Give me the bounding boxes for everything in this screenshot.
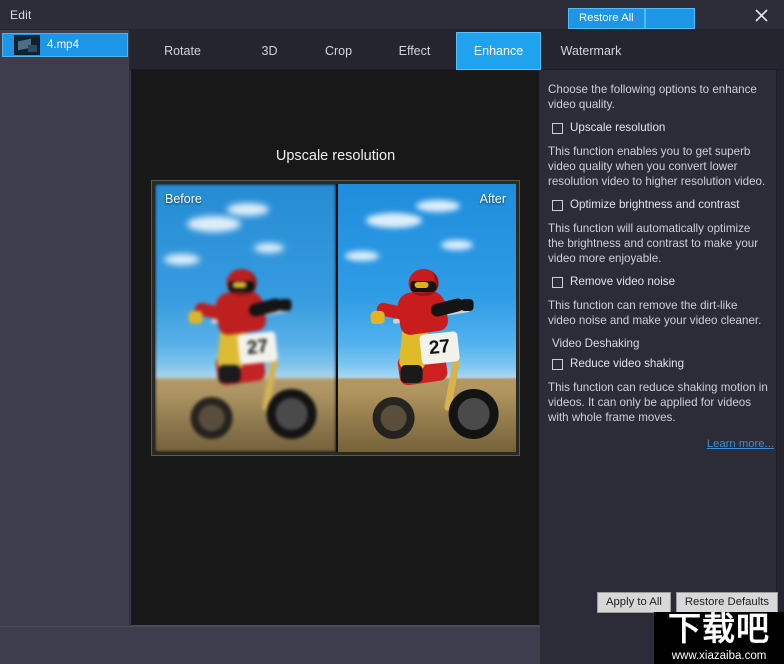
checkbox-icon[interactable] [552,123,563,134]
edit-window: Edit 4.mp4 Rotate 3D Crop Effect Enhance… [0,0,784,664]
before-image: 27 [155,184,336,452]
optimize-brightness-description: This function will automatically optimiz… [548,222,759,265]
motocross-rider: 27 [364,261,499,441]
close-icon [754,8,769,23]
after-label: After [479,192,506,206]
footer-bar [0,626,540,664]
window-title: Edit [10,8,32,22]
tab-enhance[interactable]: Enhance [456,32,541,70]
learn-more-link[interactable]: Learn more... [707,438,774,450]
checkbox-label: Remove video noise [570,275,676,288]
checkbox-optimize-brightness-contrast[interactable]: Optimize brightness and contrast [552,198,768,212]
after-image: 27 [337,184,516,452]
watermark-brand: 下载吧 [668,612,770,648]
before-after-comparison: 27 Before 27 After [151,180,520,456]
checkbox-icon[interactable] [552,200,563,211]
preview-area: Upscale resolution 27 Before 27 After [131,70,540,626]
tab-crop[interactable]: Crop [304,32,373,70]
file-tab-4mp4[interactable]: 4.mp4 [2,33,128,57]
checkbox-label: Upscale resolution [570,121,666,134]
apply-to-all-button[interactable]: Apply to All [596,592,671,613]
tab-rotate[interactable]: Rotate [130,32,235,70]
enhance-options-scroll: Choose the following options to enhance … [540,70,776,664]
checkbox-icon[interactable] [552,277,563,288]
preview-title: Upscale resolution [275,148,396,164]
close-button[interactable] [746,3,776,27]
video-thumbnail-icon [14,35,40,55]
checkbox-label: Reduce video shaking [570,357,685,370]
bike-number-plate: 27 [237,331,279,366]
checkbox-reduce-video-shaking[interactable]: Reduce video shaking [552,357,768,371]
edit-tabstrip: Rotate 3D Crop Effect Enhance Watermark [130,30,784,70]
remove-noise-description: This function can remove the dirt-like v… [548,299,762,327]
enhance-options-panel: Choose the following options to enhance … [540,70,784,664]
upscale-resolution-description: This function enables you to get superb … [548,145,766,188]
checkbox-upscale-resolution[interactable]: Upscale resolution [552,121,768,135]
file-list-sidebar: 4.mp4 [0,30,130,664]
panel-intro-text: Choose the following options to enhance … [548,83,757,111]
panel-scrollbar[interactable] [776,70,784,664]
footer-secondary-button[interactable] [645,8,695,29]
checkbox-remove-video-noise[interactable]: Remove video noise [552,275,768,289]
tab-effect[interactable]: Effect [373,32,456,70]
watermark-url: www.xiazaiba.com [671,650,767,662]
video-deshaking-section-label: Video Deshaking [552,337,640,350]
tab-watermark[interactable]: Watermark [541,32,641,70]
reduce-shaking-description: This function can reduce shaking motion … [548,381,768,424]
bike-number-plate: 27 [418,331,460,366]
checkbox-label: Optimize brightness and contrast [570,198,740,211]
file-tab-label: 4.mp4 [47,39,79,51]
tab-3d[interactable]: 3D [235,32,304,70]
restore-all-button[interactable]: Restore All [568,8,645,29]
site-watermark: 下载吧 www.xiazaiba.com [654,612,784,664]
checkbox-icon[interactable] [552,359,563,370]
motocross-rider: 27 [183,261,317,441]
restore-defaults-button[interactable]: Restore Defaults [675,592,778,613]
after-pane: 27 After [335,184,516,452]
before-label: Before [165,192,202,206]
before-pane: 27 Before [155,184,336,452]
